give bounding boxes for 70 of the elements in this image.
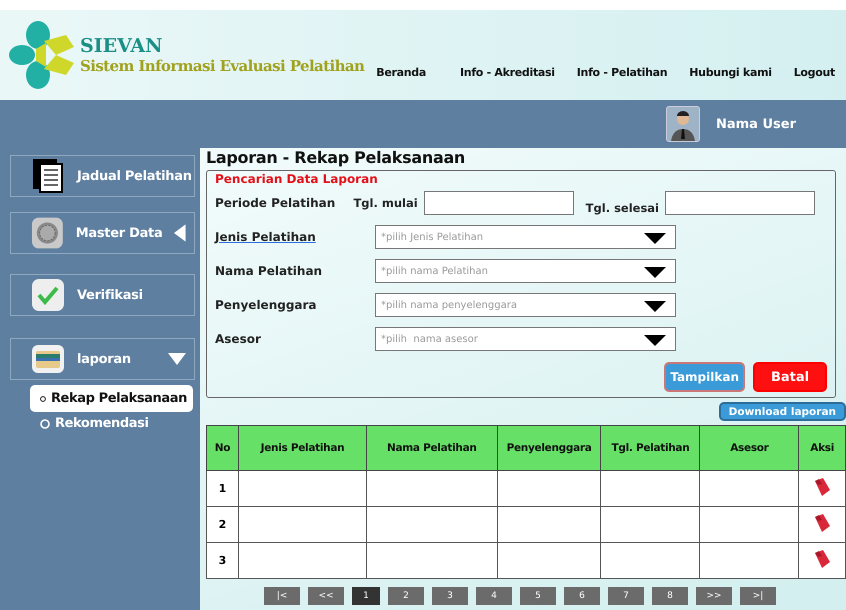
panel-title: Pencarian Data Laporan (215, 172, 379, 186)
page-button[interactable]: 7 (608, 587, 644, 605)
avatar-icon (666, 106, 700, 142)
column-header: Aksi (798, 426, 846, 470)
page-button[interactable]: |< (264, 587, 300, 605)
page-button[interactable]: 4 (476, 587, 512, 605)
document-icon[interactable] (813, 513, 832, 533)
caret-down-icon (644, 266, 666, 278)
field-label: Asesor (215, 332, 262, 346)
caret-down-icon (644, 300, 666, 312)
page-button[interactable]: 6 (564, 587, 600, 605)
table-cell: 2 (206, 506, 239, 542)
document-icon[interactable] (813, 549, 832, 569)
column-header: Tgl. Pelatihan (600, 426, 700, 470)
caret-down-icon (644, 232, 666, 244)
page-button[interactable]: << (308, 587, 344, 605)
page-button[interactable]: 3 (432, 587, 468, 605)
column-header: Nama Pelatihan (366, 426, 498, 470)
checkmark-icon (31, 278, 65, 312)
caret-down-icon (168, 353, 186, 365)
sidebar-item[interactable]: Verifikasi (10, 274, 195, 316)
page-button[interactable]: >> (696, 587, 732, 605)
field-label: Tgl. mulai (353, 196, 418, 210)
brand-title: SIEVAN (80, 35, 164, 57)
select-field[interactable]: *pilih nama Pelatihan (375, 259, 676, 284)
sidebar-item[interactable]: laporan (10, 338, 195, 380)
page-title: Laporan - Rekap Pelaksanaan (206, 148, 466, 169)
page-button[interactable]: 2 (388, 587, 424, 605)
cancel-button[interactable]: Batal (753, 362, 827, 392)
column-header: Penyelenggara (497, 426, 601, 470)
select-field[interactable]: *pilih Jenis Pelatihan (375, 225, 676, 250)
page-button[interactable]: 5 (520, 587, 556, 605)
nav-link[interactable]: Logout (782, 66, 846, 78)
caret-left-icon (174, 224, 186, 242)
folder-icon (31, 344, 65, 374)
gear-icon (31, 216, 64, 250)
brand-subtitle: Sistem Informasi Evaluasi Pelatihan (80, 57, 364, 75)
document-icon[interactable] (813, 477, 832, 497)
column-header: Asesor (700, 426, 799, 470)
caret-down-icon (644, 334, 666, 346)
table-cell: 1 (206, 470, 239, 506)
nav-link[interactable]: Hubungi kami (678, 66, 783, 78)
column-header: Jenis Pelatihan (238, 426, 366, 470)
nav-link[interactable]: Beranda (365, 66, 437, 78)
table-cell: 3 (206, 542, 239, 578)
checklist-icon (31, 157, 65, 195)
field-label: Periode Pelatihan (215, 196, 336, 210)
date-field[interactable] (424, 191, 574, 215)
nav-link[interactable]: Info - Pelatihan (566, 66, 678, 78)
sidebar-item[interactable]: Jadual Pelatihan (10, 155, 195, 197)
select-field[interactable]: *pilih nama asesor (375, 327, 676, 352)
column-header: No (206, 426, 239, 470)
submenu-item[interactable]: Rekap Pelaksanaan (30, 385, 193, 412)
circle-icon (40, 394, 46, 404)
field-label: Jenis Pelatihan (215, 230, 317, 244)
field-label: Tgl. selesai (586, 201, 659, 215)
circle-icon (40, 418, 50, 428)
page-button[interactable]: 8 (652, 587, 688, 605)
select-field[interactable]: *pilih nama penyelenggara (375, 293, 676, 318)
show-button[interactable]: Tampilkan (664, 362, 745, 392)
sidebar-item[interactable]: Master Data (10, 212, 195, 254)
nav-link[interactable]: Info - Akreditasi (449, 66, 566, 78)
field-label: Nama Pelatihan (215, 264, 324, 278)
submenu-item[interactable]: Rekomendasi (30, 410, 193, 437)
field-label: Penyelenggara (215, 298, 318, 312)
download-button[interactable]: Download laporan (718, 402, 846, 421)
page-button[interactable]: 1 (352, 587, 380, 605)
page-button[interactable]: >| (740, 587, 776, 605)
date-field[interactable] (665, 191, 815, 215)
user-name: Nama User (716, 116, 796, 132)
